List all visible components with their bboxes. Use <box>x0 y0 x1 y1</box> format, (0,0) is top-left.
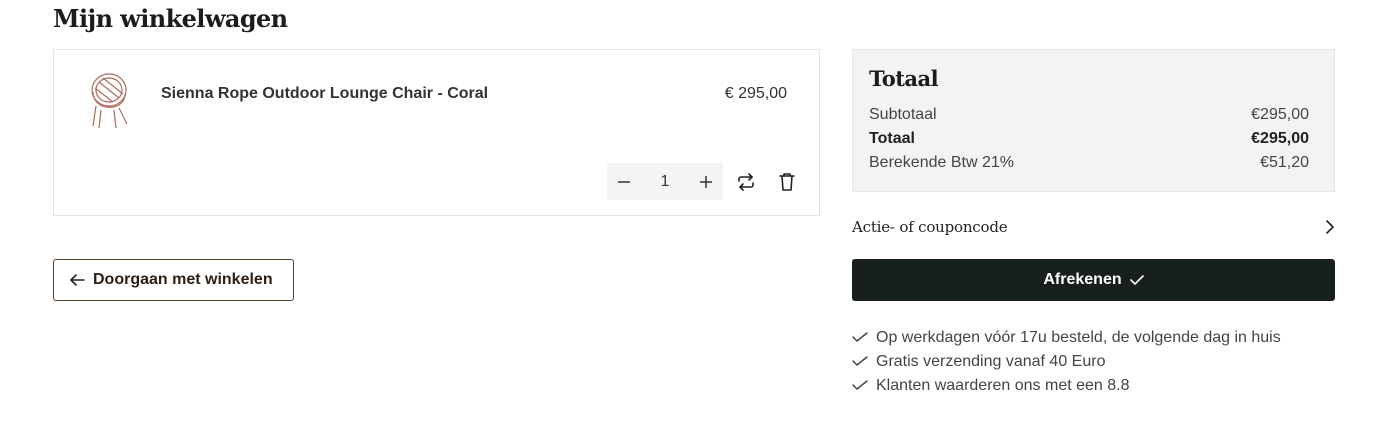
quantity-input[interactable] <box>641 163 689 200</box>
check-icon <box>852 332 868 342</box>
continue-shopping-label: Doorgaan met winkelen <box>93 271 273 288</box>
repeat-order-button[interactable] <box>733 169 759 195</box>
product-name[interactable]: Sienna Rope Outdoor Lounge Chair - Coral <box>161 85 488 103</box>
coupon-label: Actie- of couponcode <box>852 218 1008 236</box>
page-title: Mijn winkelwagen <box>53 4 288 33</box>
chevron-right-icon <box>1326 220 1334 234</box>
total-value: €295,00 <box>1251 130 1309 147</box>
usp-text: Klanten waarderen ons met een 8.8 <box>876 377 1130 394</box>
quantity-increase-button[interactable] <box>689 163 723 200</box>
total-label: Totaal <box>869 130 915 147</box>
coupon-code-toggle[interactable]: Actie- of couponcode <box>852 214 1335 240</box>
check-icon <box>852 356 868 366</box>
cart-item-card: Sienna Rope Outdoor Lounge Chair - Coral… <box>53 49 820 216</box>
total-row: Totaal €295,00 <box>869 130 1309 152</box>
usp-item: Gratis verzending vanaf 40 Euro <box>852 350 1281 374</box>
vat-value: €51,20 <box>1260 154 1309 171</box>
checkout-label: Afrekenen <box>1043 271 1122 288</box>
usp-text: Gratis verzending vanaf 40 Euro <box>876 353 1106 370</box>
subtotal-row: Subtotaal €295,00 <box>869 106 1309 128</box>
usp-list: Op werkdagen vóór 17u besteld, de volgen… <box>852 326 1281 398</box>
arrow-left-icon <box>70 274 85 286</box>
check-icon <box>852 380 868 390</box>
minus-icon <box>618 180 630 183</box>
summary-title: Totaal <box>869 66 939 91</box>
subtotal-label: Subtotaal <box>869 106 937 123</box>
continue-shopping-button[interactable]: Doorgaan met winkelen <box>53 259 294 301</box>
remove-item-button[interactable] <box>774 169 800 195</box>
usp-item: Klanten waarderen ons met een 8.8 <box>852 374 1281 398</box>
vat-label: Berekende Btw 21% <box>869 154 1014 171</box>
quantity-decrease-button[interactable] <box>607 163 641 200</box>
plus-icon <box>700 175 712 188</box>
product-thumbnail[interactable] <box>79 68 135 138</box>
checkout-button[interactable]: Afrekenen <box>852 259 1335 301</box>
product-price: € 295,00 <box>724 85 787 102</box>
usp-item: Op werkdagen vóór 17u besteld, de volgen… <box>852 326 1281 350</box>
order-summary: Totaal Subtotaal €295,00 Totaal €295,00 … <box>852 49 1335 192</box>
trash-icon <box>779 173 795 191</box>
check-icon <box>1129 275 1144 285</box>
vat-row: Berekende Btw 21% €51,20 <box>869 154 1309 176</box>
subtotal-value: €295,00 <box>1251 106 1309 123</box>
usp-text: Op werkdagen vóór 17u besteld, de volgen… <box>876 329 1281 346</box>
repeat-icon <box>738 173 754 191</box>
quantity-stepper <box>607 163 723 200</box>
